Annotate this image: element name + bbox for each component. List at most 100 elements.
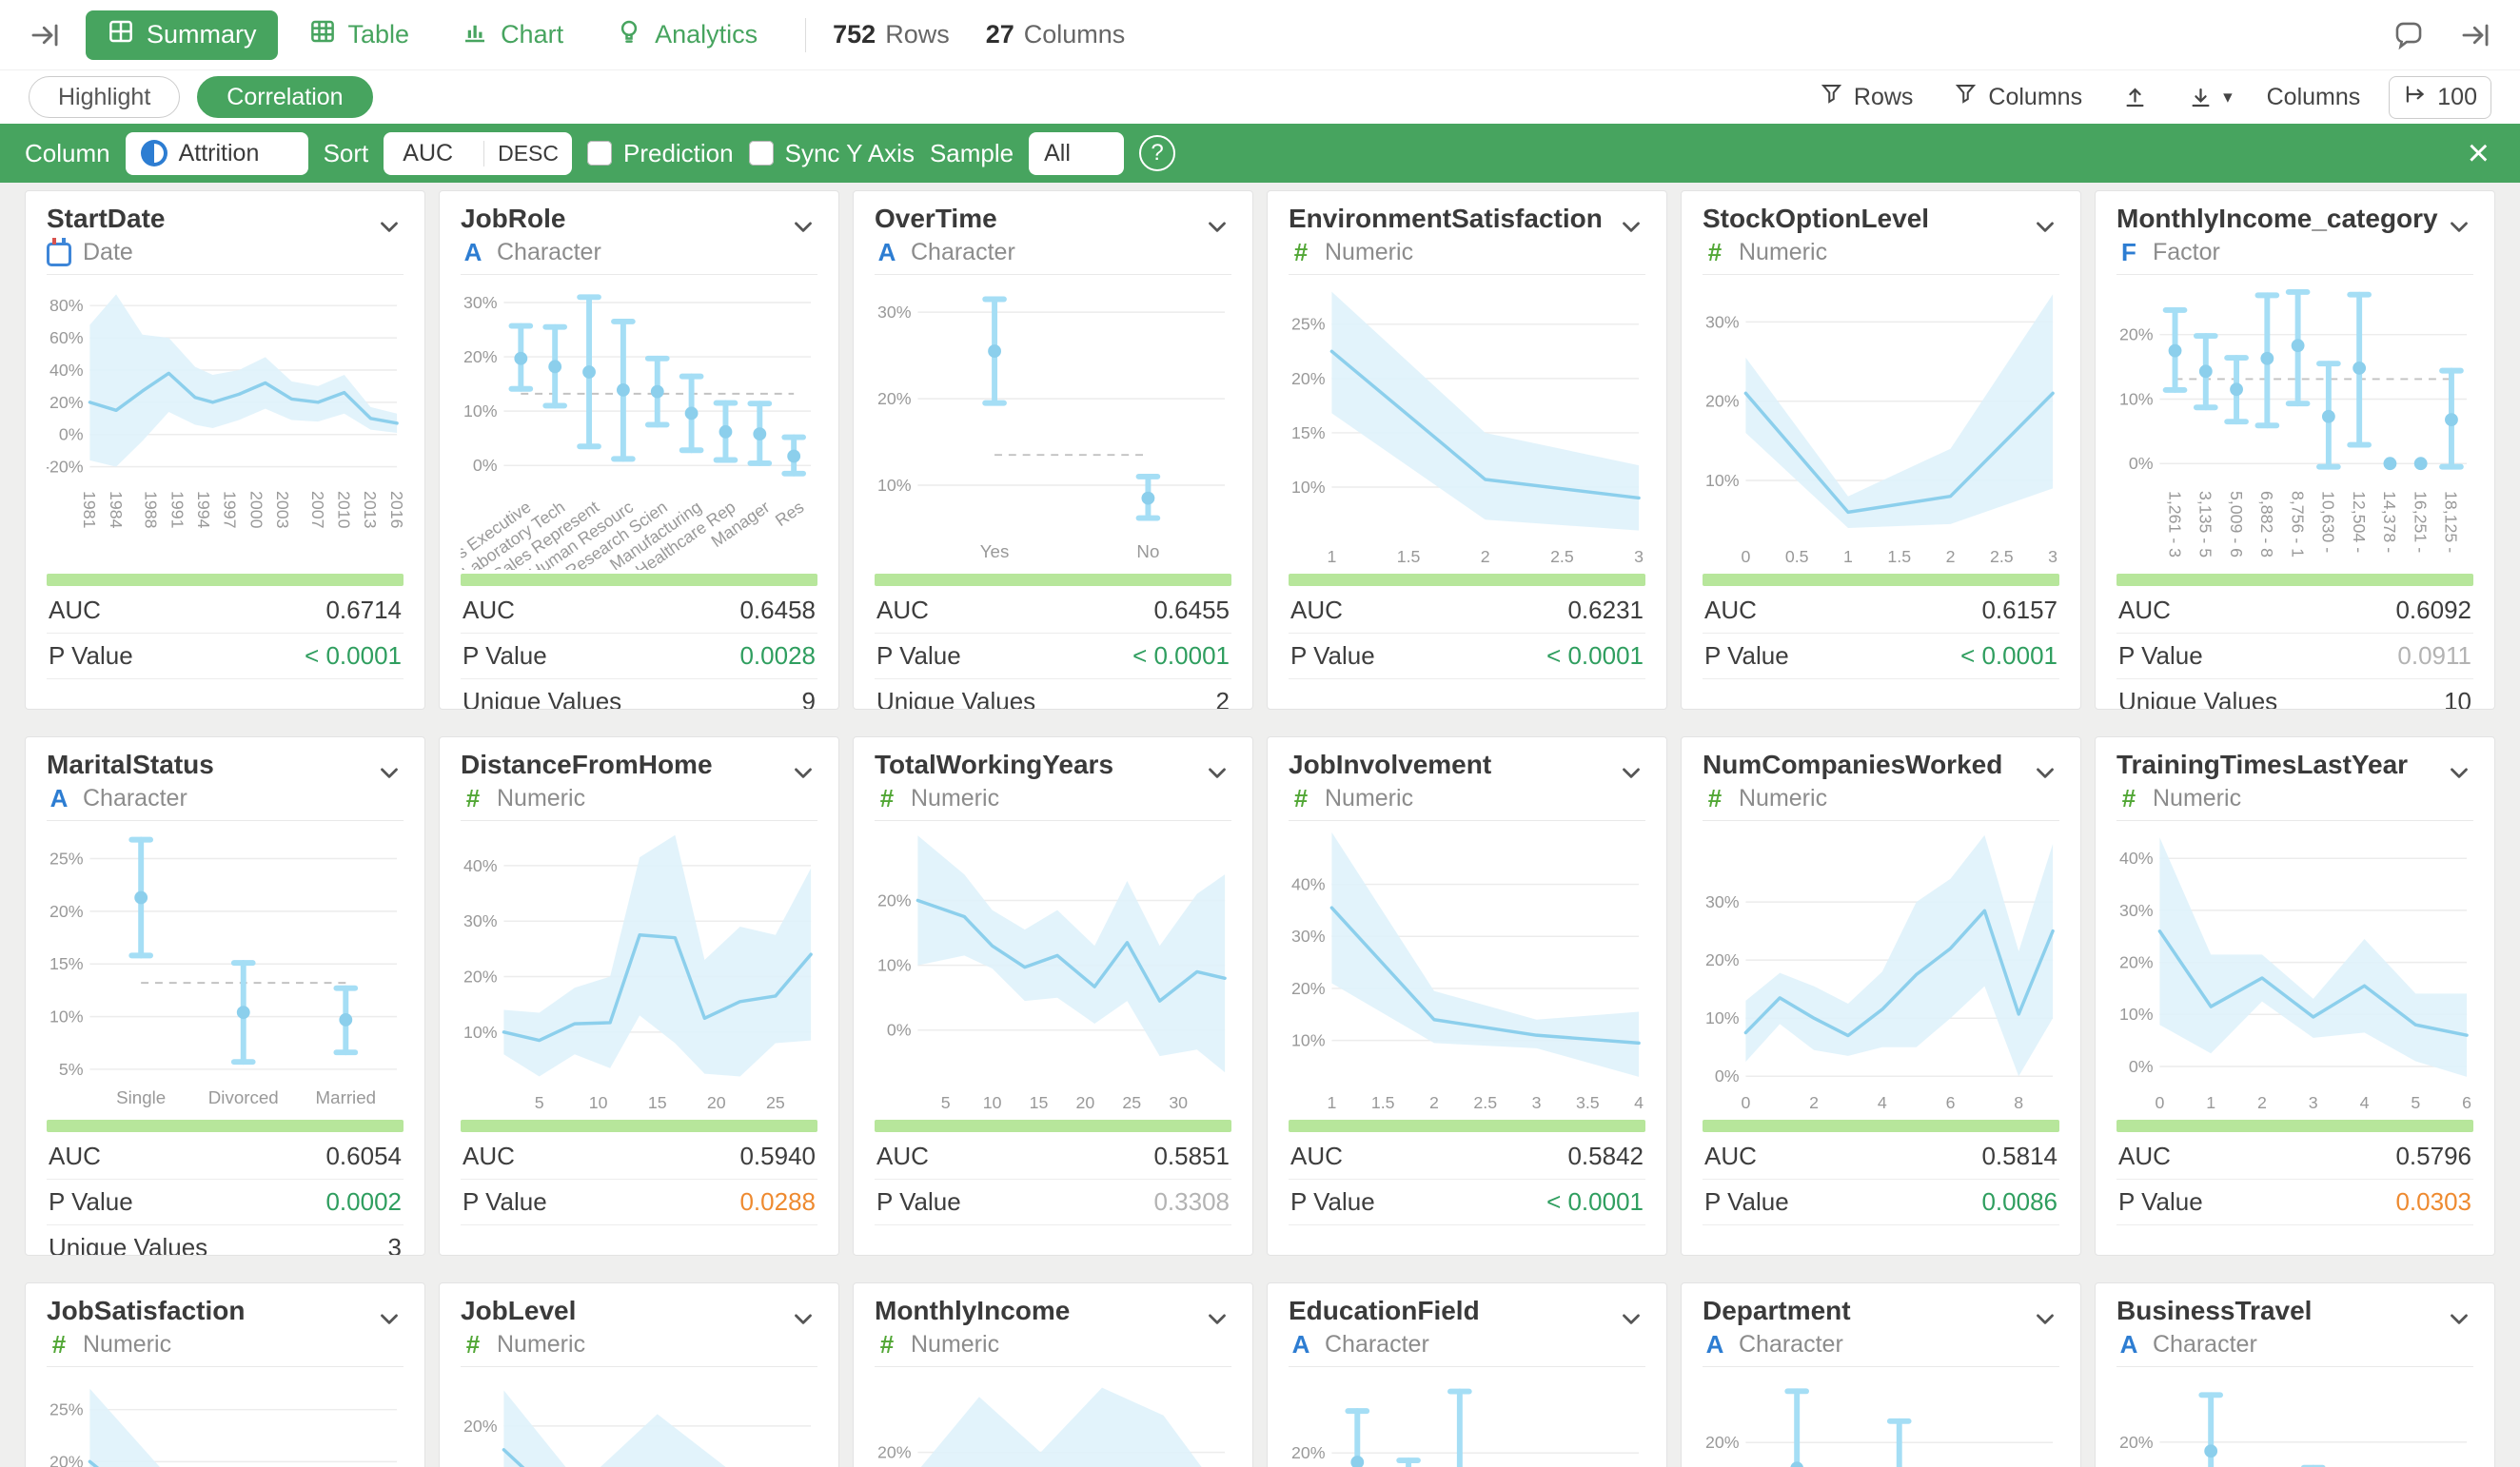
svg-text:15%: 15% [49, 954, 84, 973]
auc-progress-bar [2116, 1120, 2473, 1132]
column-card-stockoptionlevel: StockOptionLevel # Numeric 30%20%10%00.5… [1681, 190, 2081, 710]
top-toolbar: Summary Table Chart Analytics 752Rows 27… [0, 0, 2520, 70]
auc-progress-bar [875, 574, 1231, 586]
chevron-down-icon[interactable] [789, 1304, 817, 1338]
import-icon[interactable]: ▾ [2182, 84, 2238, 111]
tab-chart[interactable]: Chart [440, 10, 584, 60]
column-card-department: Department A Character 20%15% [1681, 1282, 2081, 1467]
column-type: A Character [2116, 1330, 2312, 1359]
column-chart: 25%20%15%10%11.522.53 [1289, 277, 1645, 570]
column-card-jobrole: JobRole A Character 30%20%10%0%Sales Exe… [439, 190, 839, 710]
stat-p-value: P Value< 0.0001 [1289, 634, 1645, 679]
column-chart: 20%10% [875, 1369, 1231, 1467]
svg-text:3: 3 [2309, 1093, 2318, 1112]
stat-auc: AUC0.5851 [875, 1134, 1231, 1180]
collapse-panel-right-icon[interactable] [2455, 15, 2495, 55]
chevron-down-icon[interactable] [375, 758, 404, 792]
svg-text:0%: 0% [59, 425, 84, 444]
chevron-down-icon[interactable] [789, 212, 817, 245]
column-chart: 40%30%20%10%0%0123456 [2116, 823, 2473, 1116]
chevron-down-icon[interactable] [1203, 758, 1231, 792]
correlation-settings-bar: Column Attrition Sort AUC DESC Predictio… [0, 124, 2520, 183]
chevron-down-icon[interactable] [1203, 212, 1231, 245]
column-card-numcompaniesworked: NumCompaniesWorked # Numeric 30%20%10%0%… [1681, 736, 2081, 1256]
correlation-button[interactable]: Correlation [197, 76, 372, 118]
svg-text:60%: 60% [49, 328, 84, 347]
svg-text:0: 0 [1741, 1093, 1750, 1112]
svg-text:1.5: 1.5 [1397, 547, 1421, 566]
svg-text:20%: 20% [463, 1417, 498, 1436]
column-chart: 40%30%20%10%510152025 [461, 823, 817, 1116]
svg-text:Divorced: Divorced [208, 1087, 279, 1107]
binary-column-icon [141, 140, 167, 166]
svg-text:20%: 20% [877, 389, 912, 408]
chevron-down-icon[interactable] [2445, 212, 2473, 245]
chevron-down-icon[interactable] [1617, 758, 1645, 792]
svg-text:16,251 -: 16,251 - [2411, 491, 2430, 553]
svg-text:20%: 20% [1705, 392, 1740, 411]
divider [1289, 1366, 1645, 1367]
sort-select[interactable]: AUC DESC [384, 132, 572, 175]
column-card-businesstravel: BusinessTravel A Character 20%15% [2095, 1282, 2495, 1467]
column-card-distancefromhome: DistanceFromHome # Numeric 40%30%20%10%5… [439, 736, 839, 1256]
svg-text:3: 3 [2048, 547, 2057, 566]
column-card-maritalstatus: MaritalStatus A Character 25%20%15%10%5%… [25, 736, 425, 1256]
highlight-button[interactable]: Highlight [29, 76, 180, 118]
svg-text:0%: 0% [2129, 1057, 2154, 1076]
stat-p-value: P Value< 0.0001 [1703, 634, 2059, 679]
chevron-down-icon[interactable] [2031, 1304, 2059, 1338]
chevron-down-icon[interactable] [2445, 1304, 2473, 1338]
numeric-type-icon: # [1289, 238, 1313, 267]
svg-text:10%: 10% [877, 956, 912, 975]
character-type-icon: A [1703, 1330, 1727, 1359]
chevron-down-icon[interactable] [2031, 212, 2059, 245]
chevron-down-icon[interactable] [375, 1304, 404, 1338]
svg-text:2016: 2016 [387, 491, 404, 529]
collapse-panel-left-icon[interactable] [25, 15, 65, 55]
close-icon[interactable]: × [2462, 133, 2495, 173]
auc-progress-bar [1289, 574, 1645, 586]
chevron-down-icon[interactable] [1617, 212, 1645, 245]
svg-text:4: 4 [2360, 1093, 2370, 1112]
filter-columns-button[interactable]: Columns [1947, 80, 2088, 114]
svg-text:20%: 20% [49, 902, 84, 921]
export-icon[interactable] [2116, 84, 2154, 111]
chevron-down-icon[interactable] [2031, 758, 2059, 792]
numeric-type-icon: # [1703, 238, 1727, 267]
sample-select[interactable]: All [1029, 132, 1124, 175]
column-select[interactable]: Attrition [126, 132, 308, 175]
stat-p-value: P Value< 0.0001 [875, 634, 1231, 679]
stat-p-value: P Value0.0911 [2116, 634, 2473, 679]
comment-icon[interactable] [2389, 15, 2429, 55]
stat-auc: AUC0.5796 [2116, 1134, 2473, 1180]
divider [461, 274, 817, 275]
columns-limit-box[interactable]: 100 [2389, 76, 2491, 119]
help-icon[interactable]: ? [1139, 135, 1175, 171]
chevron-down-icon[interactable] [789, 758, 817, 792]
numeric-type-icon: # [875, 1330, 899, 1359]
filter-rows-button[interactable]: Rows [1813, 80, 1920, 114]
column-type: F Factor [2116, 238, 2438, 266]
column-card-monthlyincome: MonthlyIncome # Numeric 20%10% [853, 1282, 1253, 1467]
tab-analytics[interactable]: Analytics [594, 10, 778, 60]
sync-y-axis-checkbox[interactable]: Sync Y Axis [749, 139, 915, 168]
stat-p-value: P Value0.3308 [875, 1180, 1231, 1225]
checkbox-icon [587, 141, 612, 166]
sort-direction-select[interactable]: DESC [483, 141, 572, 166]
tab-table[interactable]: Table [287, 10, 431, 60]
sample-label: Sample [930, 139, 1014, 168]
column-type: # Numeric [47, 1330, 245, 1359]
chevron-down-icon[interactable] [2445, 758, 2473, 792]
divider [1703, 820, 2059, 821]
column-title: DistanceFromHome [461, 749, 713, 781]
chevron-down-icon[interactable] [1203, 1304, 1231, 1338]
auc-progress-bar [1703, 574, 2059, 586]
prediction-checkbox[interactable]: Prediction [587, 139, 734, 168]
chevron-down-icon[interactable] [375, 212, 404, 245]
tab-summary[interactable]: Summary [86, 10, 278, 60]
column-type: A Character [1703, 1330, 1851, 1359]
chevron-down-icon[interactable] [1617, 1304, 1645, 1338]
svg-text:1991: 1991 [167, 491, 187, 529]
svg-text:2013: 2013 [361, 491, 380, 529]
stat-p-value: P Value0.0303 [2116, 1180, 2473, 1225]
